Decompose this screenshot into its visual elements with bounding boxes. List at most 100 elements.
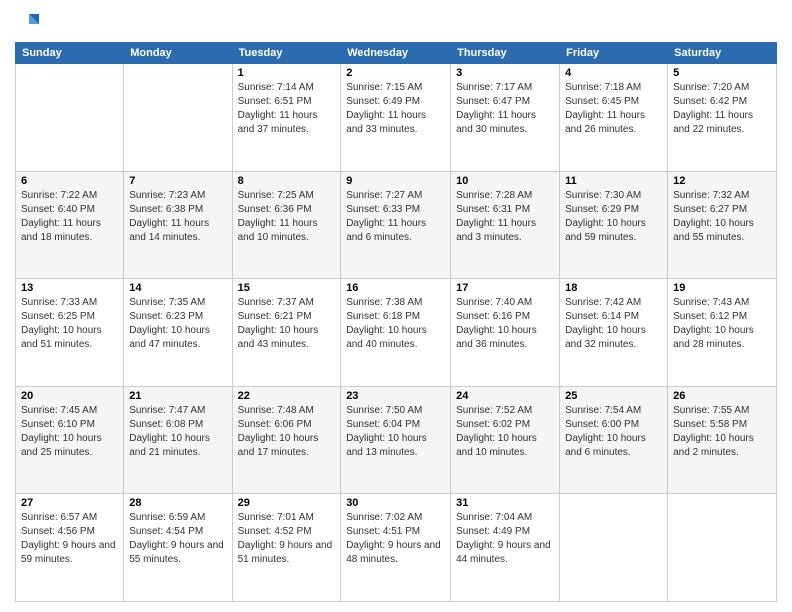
- calendar-cell: 16 Sunrise: 7:38 AM Sunset: 6:18 PM Dayli…: [341, 279, 451, 387]
- day-info: Sunrise: 7:04 AM Sunset: 4:49 PM Dayligh…: [456, 511, 554, 567]
- day-number: 13: [21, 282, 118, 294]
- day-number: 8: [238, 175, 336, 187]
- calendar-cell: 24 Sunrise: 7:52 AM Sunset: 6:02 PM Dayli…: [451, 386, 560, 494]
- day-number: 28: [129, 497, 226, 509]
- calendar-cell: 25 Sunrise: 7:54 AM Sunset: 6:00 PM Dayli…: [560, 386, 668, 494]
- day-info: Sunrise: 7:15 AM Sunset: 6:49 PM Dayligh…: [346, 81, 445, 137]
- weekday-header: Wednesday: [341, 43, 451, 64]
- calendar-cell: 13 Sunrise: 7:33 AM Sunset: 6:25 PM Dayli…: [16, 279, 124, 387]
- day-number: 16: [346, 282, 445, 294]
- calendar-cell: 30 Sunrise: 7:02 AM Sunset: 4:51 PM Dayli…: [341, 494, 451, 602]
- calendar-cell: 18 Sunrise: 7:42 AM Sunset: 6:14 PM Dayli…: [560, 279, 668, 387]
- weekday-header: Tuesday: [232, 43, 341, 64]
- weekday-header: Friday: [560, 43, 668, 64]
- day-number: 22: [238, 390, 336, 402]
- day-number: 1: [238, 67, 336, 79]
- day-number: 12: [673, 175, 771, 187]
- day-info: Sunrise: 7:25 AM Sunset: 6:36 PM Dayligh…: [238, 189, 336, 245]
- day-info: Sunrise: 7:50 AM Sunset: 6:04 PM Dayligh…: [346, 404, 445, 460]
- calendar-cell: 12 Sunrise: 7:32 AM Sunset: 6:27 PM Dayli…: [668, 171, 777, 279]
- day-number: 23: [346, 390, 445, 402]
- calendar-cell: 26Sunrise: 7:55 AM Sunset: 5:58 PM Dayli…: [668, 386, 777, 494]
- calendar-cell: 6 Sunrise: 7:22 AM Sunset: 6:40 PM Daylig…: [16, 171, 124, 279]
- day-number: 2: [346, 67, 445, 79]
- day-info: Sunrise: 7:38 AM Sunset: 6:18 PM Dayligh…: [346, 296, 445, 352]
- calendar-cell: 15 Sunrise: 7:37 AM Sunset: 6:21 PM Dayli…: [232, 279, 341, 387]
- day-info: Sunrise: 7:48 AM Sunset: 6:06 PM Dayligh…: [238, 404, 336, 460]
- day-number: 29: [238, 497, 336, 509]
- day-info: Sunrise: 7:01 AM Sunset: 4:52 PM Dayligh…: [238, 511, 336, 567]
- calendar-cell: [668, 494, 777, 602]
- calendar-week-row: 1 Sunrise: 7:14 AM Sunset: 6:51 PM Daylig…: [16, 64, 777, 172]
- weekday-header-row: SundayMondayTuesdayWednesdayThursdayFrid…: [16, 43, 777, 64]
- day-info: Sunrise: 7:28 AM Sunset: 6:31 PM Dayligh…: [456, 189, 554, 245]
- day-info: Sunrise: 7:54 AM Sunset: 6:00 PM Dayligh…: [565, 404, 662, 460]
- calendar-table: SundayMondayTuesdayWednesdayThursdayFrid…: [15, 42, 777, 602]
- weekday-header: Monday: [124, 43, 232, 64]
- day-number: 21: [129, 390, 226, 402]
- calendar-cell: 5Sunrise: 7:20 AM Sunset: 6:42 PM Daylig…: [668, 64, 777, 172]
- logo-icon: [15, 10, 39, 34]
- calendar-cell: 1 Sunrise: 7:14 AM Sunset: 6:51 PM Daylig…: [232, 64, 341, 172]
- day-number: 7: [129, 175, 226, 187]
- day-info: Sunrise: 7:02 AM Sunset: 4:51 PM Dayligh…: [346, 511, 445, 567]
- day-info: Sunrise: 7:33 AM Sunset: 6:25 PM Dayligh…: [21, 296, 118, 352]
- day-info: Sunrise: 7:18 AM Sunset: 6:45 PM Dayligh…: [565, 81, 662, 137]
- day-number: 15: [238, 282, 336, 294]
- calendar-cell: 27Sunrise: 6:57 AM Sunset: 4:56 PM Dayli…: [16, 494, 124, 602]
- day-number: 31: [456, 497, 554, 509]
- day-number: 24: [456, 390, 554, 402]
- day-info: Sunrise: 7:45 AM Sunset: 6:10 PM Dayligh…: [21, 404, 118, 460]
- calendar-cell: 4 Sunrise: 7:18 AM Sunset: 6:45 PM Daylig…: [560, 64, 668, 172]
- day-number: 26: [673, 390, 771, 402]
- day-info: Sunrise: 7:22 AM Sunset: 6:40 PM Dayligh…: [21, 189, 118, 245]
- calendar-cell: [124, 64, 232, 172]
- day-number: 18: [565, 282, 662, 294]
- calendar-week-row: 27Sunrise: 6:57 AM Sunset: 4:56 PM Dayli…: [16, 494, 777, 602]
- day-info: Sunrise: 7:37 AM Sunset: 6:21 PM Dayligh…: [238, 296, 336, 352]
- calendar-cell: 21Sunrise: 7:47 AM Sunset: 6:08 PM Dayli…: [124, 386, 232, 494]
- day-info: Sunrise: 7:42 AM Sunset: 6:14 PM Dayligh…: [565, 296, 662, 352]
- day-number: 9: [346, 175, 445, 187]
- day-info: Sunrise: 7:32 AM Sunset: 6:27 PM Dayligh…: [673, 189, 771, 245]
- day-info: Sunrise: 7:30 AM Sunset: 6:29 PM Dayligh…: [565, 189, 662, 245]
- day-info: Sunrise: 7:35 AM Sunset: 6:23 PM Dayligh…: [129, 296, 226, 352]
- calendar-week-row: 20 Sunrise: 7:45 AM Sunset: 6:10 PM Dayli…: [16, 386, 777, 494]
- calendar-week-row: 6 Sunrise: 7:22 AM Sunset: 6:40 PM Daylig…: [16, 171, 777, 279]
- weekday-header: Thursday: [451, 43, 560, 64]
- day-info: Sunrise: 7:27 AM Sunset: 6:33 PM Dayligh…: [346, 189, 445, 245]
- day-number: 11: [565, 175, 662, 187]
- day-number: 20: [21, 390, 118, 402]
- day-number: 27: [21, 497, 118, 509]
- day-info: Sunrise: 7:52 AM Sunset: 6:02 PM Dayligh…: [456, 404, 554, 460]
- calendar-cell: 14 Sunrise: 7:35 AM Sunset: 6:23 PM Dayli…: [124, 279, 232, 387]
- day-number: 5: [673, 67, 771, 79]
- day-info: Sunrise: 7:23 AM Sunset: 6:38 PM Dayligh…: [129, 189, 226, 245]
- calendar-cell: 19 Sunrise: 7:43 AM Sunset: 6:12 PM Dayli…: [668, 279, 777, 387]
- day-info: Sunrise: 7:40 AM Sunset: 6:16 PM Dayligh…: [456, 296, 554, 352]
- calendar-cell: 23 Sunrise: 7:50 AM Sunset: 6:04 PM Dayli…: [341, 386, 451, 494]
- calendar-cell: 20 Sunrise: 7:45 AM Sunset: 6:10 PM Dayli…: [16, 386, 124, 494]
- calendar-cell: 7 Sunrise: 7:23 AM Sunset: 6:38 PM Daylig…: [124, 171, 232, 279]
- day-number: 17: [456, 282, 554, 294]
- day-number: 14: [129, 282, 226, 294]
- calendar-cell: 10 Sunrise: 7:28 AM Sunset: 6:31 PM Dayli…: [451, 171, 560, 279]
- weekday-header: Saturday: [668, 43, 777, 64]
- day-info: Sunrise: 7:14 AM Sunset: 6:51 PM Dayligh…: [238, 81, 336, 137]
- page: SundayMondayTuesdayWednesdayThursdayFrid…: [0, 0, 792, 612]
- day-number: 4: [565, 67, 662, 79]
- day-number: 6: [21, 175, 118, 187]
- day-number: 3: [456, 67, 554, 79]
- weekday-header: Sunday: [16, 43, 124, 64]
- calendar-cell: 8 Sunrise: 7:25 AM Sunset: 6:36 PM Daylig…: [232, 171, 341, 279]
- day-info: Sunrise: 7:43 AM Sunset: 6:12 PM Dayligh…: [673, 296, 771, 352]
- day-number: 10: [456, 175, 554, 187]
- calendar-cell: [16, 64, 124, 172]
- calendar-cell: 29 Sunrise: 7:01 AM Sunset: 4:52 PM Dayli…: [232, 494, 341, 602]
- day-number: 25: [565, 390, 662, 402]
- day-number: 30: [346, 497, 445, 509]
- day-number: 19: [673, 282, 771, 294]
- day-info: Sunrise: 7:17 AM Sunset: 6:47 PM Dayligh…: [456, 81, 554, 137]
- logo: [15, 10, 41, 34]
- calendar-cell: 22 Sunrise: 7:48 AM Sunset: 6:06 PM Dayli…: [232, 386, 341, 494]
